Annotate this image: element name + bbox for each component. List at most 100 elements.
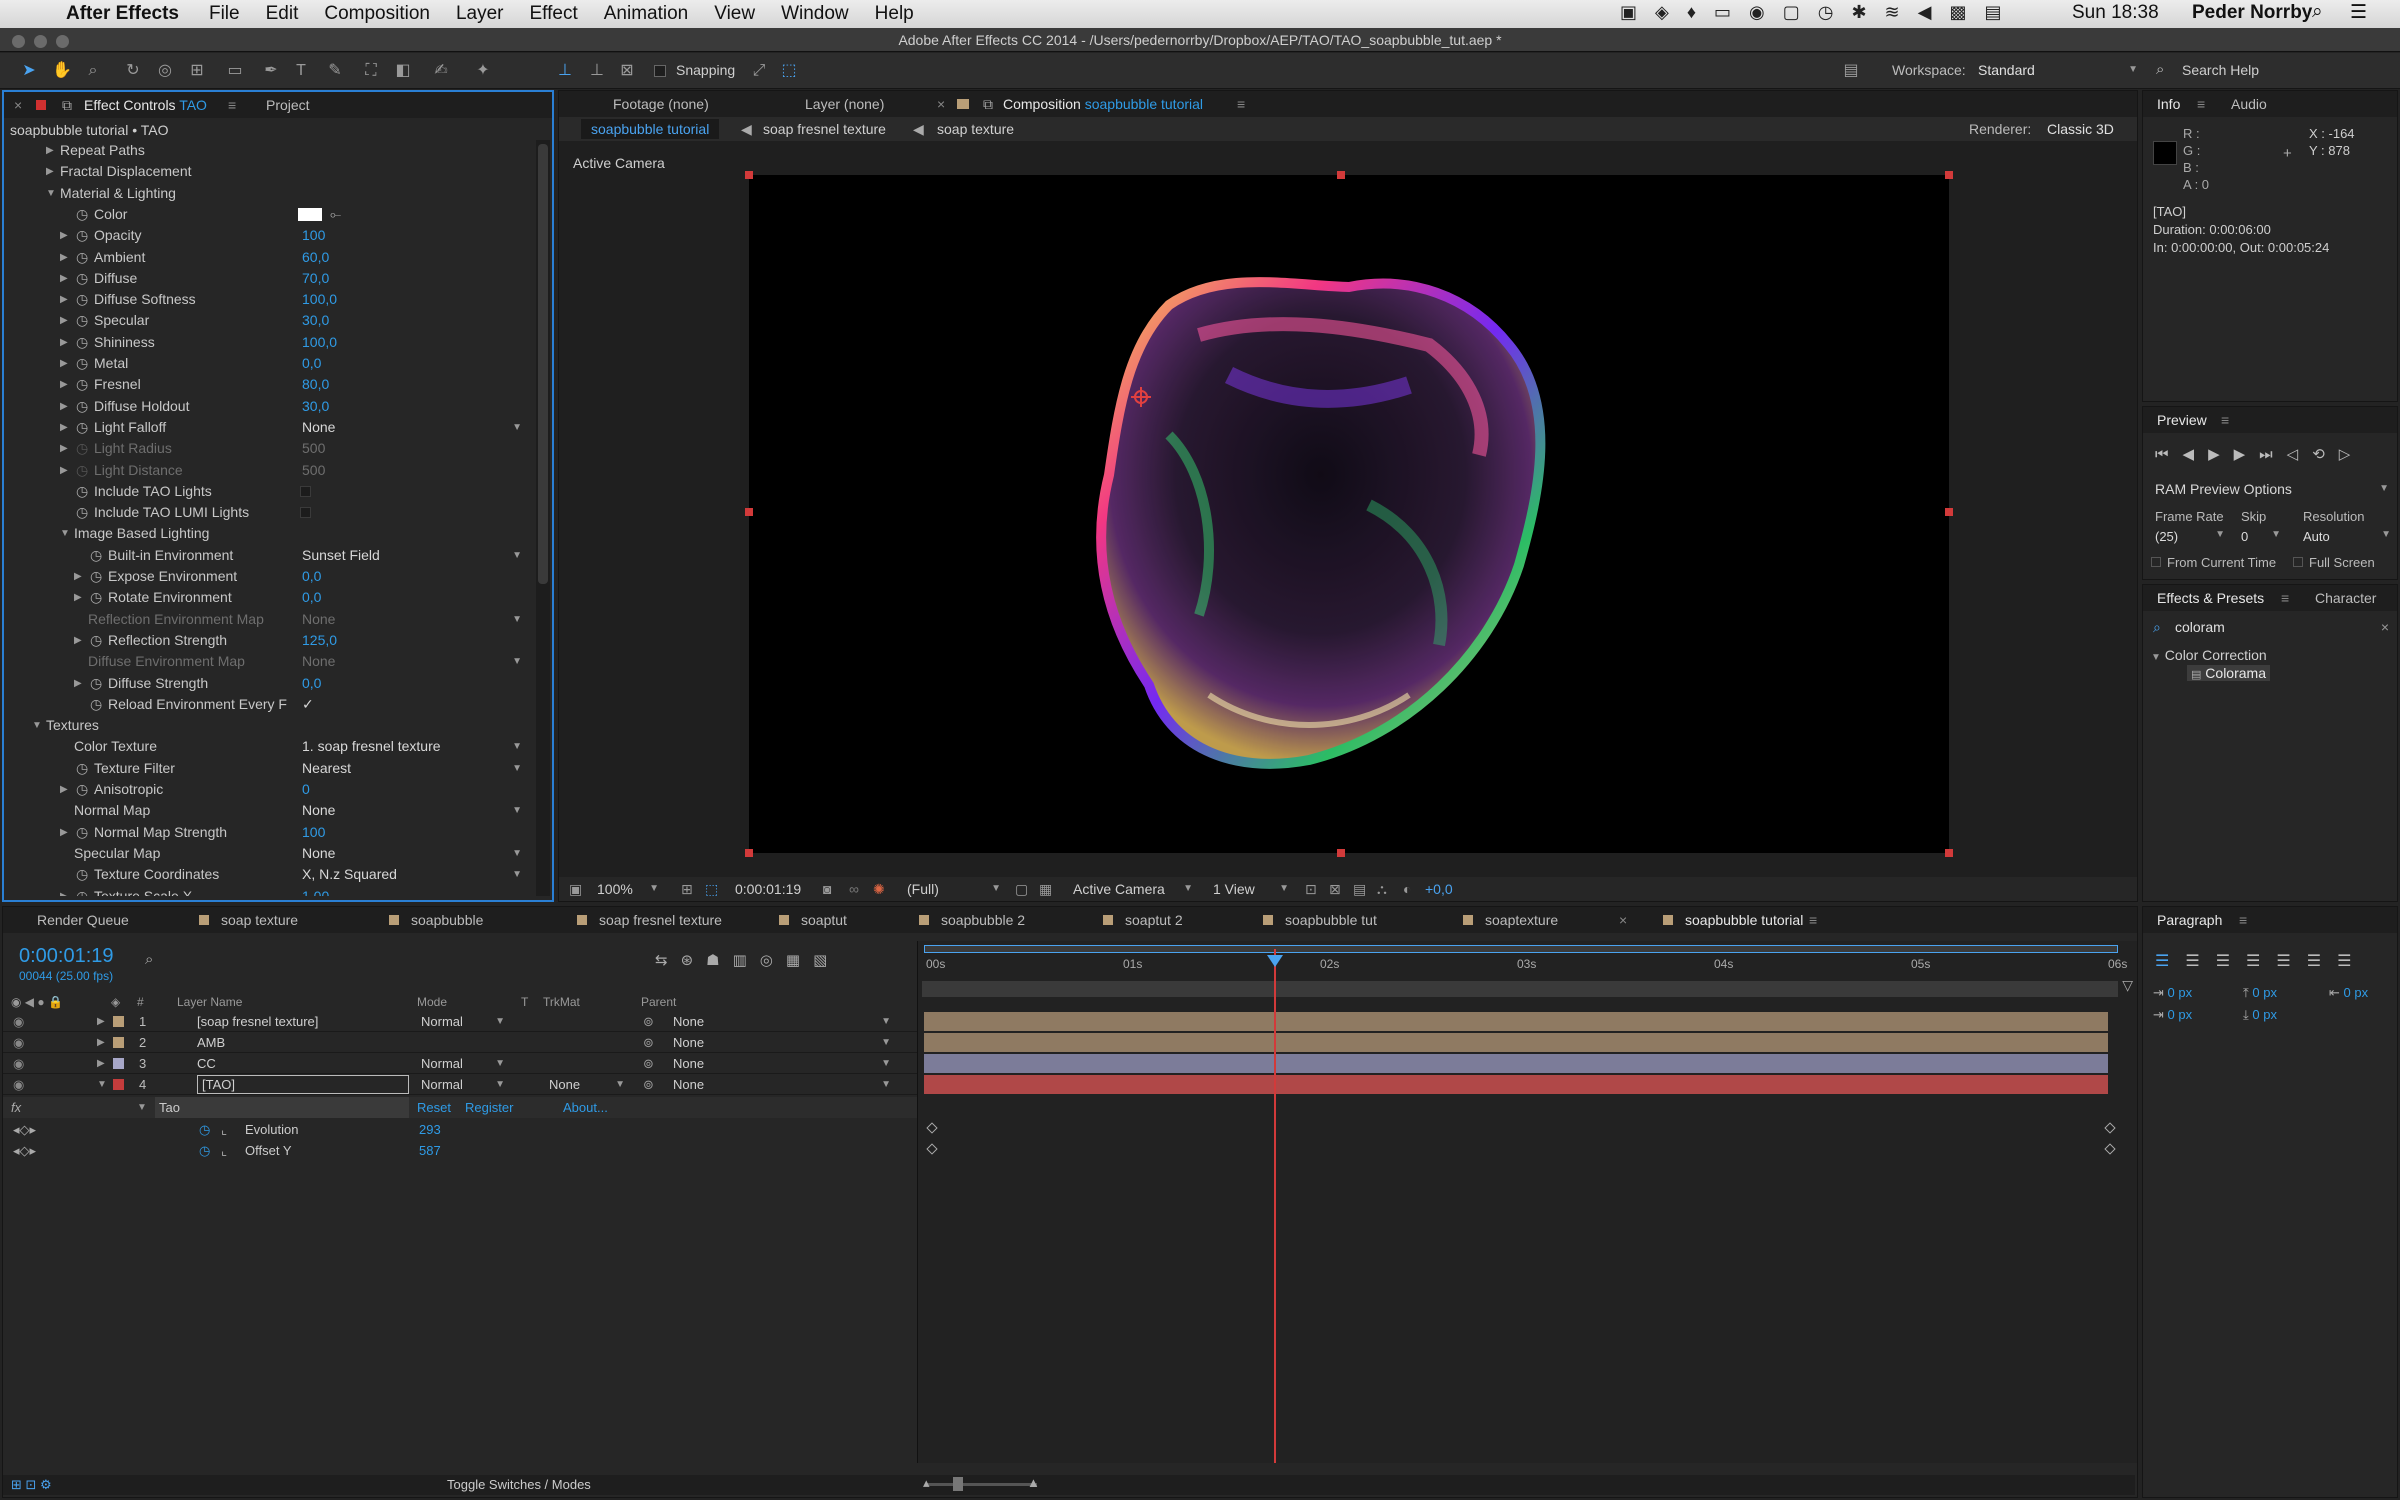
disclosure-triangle-icon[interactable]: ▶ [60,310,68,331]
exposure-value[interactable]: +0,0 [1425,877,1453,901]
layer-row[interactable]: ◉ ▶ 2 AMB ⊚ None ▼ [3,1032,917,1053]
minimize-window-button[interactable] [34,35,47,48]
visibility-icon[interactable]: ◉ [13,1011,24,1032]
effect-property-row[interactable]: ▶ ◷ Diffuse 70,0 [4,268,534,289]
menu-edit[interactable]: Edit [266,3,299,25]
color-swatch[interactable] [298,207,322,221]
property-value[interactable]: 60,0 [302,247,329,268]
property-value[interactable]: 500 [302,438,325,459]
hide-shy-icon[interactable]: ☗ [706,952,732,969]
effect-property-row[interactable]: Color Texture 1. soap fresnel texture ▼ [4,736,534,757]
indent-left-value[interactable]: 0 px [2168,985,2193,1000]
canvas-handle[interactable] [1945,508,1953,516]
parent-dropdown[interactable]: None ▼ [673,1074,891,1095]
close-window-button[interactable] [12,35,25,48]
evolution-value[interactable]: 293 [419,1119,441,1140]
ram-preview-icon[interactable]: ▷ [2339,446,2365,463]
effect-property-row[interactable]: ▶ ◷ Light Radius 500 [4,438,534,459]
layer-label-color[interactable] [113,1016,124,1027]
pixel-aspect-icon[interactable]: ⊡ [1305,877,1317,901]
renderer-value[interactable]: Classic 3D [2047,117,2114,141]
tab-effects-presets[interactable]: Effects & Presets [2157,585,2264,611]
property-value[interactable]: 30,0 [302,310,329,331]
effect-property-row[interactable]: ▶ ◷ Specular 30,0 [4,310,534,331]
stopwatch-icon[interactable]: ◷ [76,204,88,225]
disclosure-triangle-icon[interactable]: ▶ [60,438,68,459]
graph-editor-icon[interactable]: ▦ [786,952,813,969]
work-area-bar[interactable] [924,945,2118,953]
rotate-tool-icon[interactable]: ↻ [124,62,142,80]
stopwatch-icon[interactable]: ◷ [76,758,88,779]
stopwatch-icon[interactable]: ◷ [76,864,88,885]
canvas-handle[interactable] [1945,849,1953,857]
layer-row[interactable]: ◉ ▶ 3 CC Normal ▼ ⊚ None ▼ [3,1053,917,1074]
property-value[interactable]: 100 [302,225,325,246]
stopwatch-icon[interactable]: ◷ [90,673,102,694]
prev-frame-icon[interactable]: ◀ [2183,446,2209,463]
world-axis-icon[interactable]: ⊥ [588,62,606,80]
effect-item-colorama[interactable]: ▤ Colorama [2187,665,2270,681]
timeline-tab[interactable]: Render Queue [37,907,129,933]
property-value[interactable]: 0,0 [302,587,321,608]
region-of-interest-icon[interactable]: ▢ [1015,877,1028,901]
effect-property-row[interactable]: ▶ ◷ Rotate Environment 0,0 [4,587,534,608]
effect-property-row[interactable]: ▶ ◷ Light Falloff None ▼ [4,417,534,438]
property-value[interactable]: None ▼ [302,609,522,630]
effect-property-row[interactable]: ▶ ◷ Opacity 100 [4,225,534,246]
last-frame-icon[interactable]: ⏭ [2259,446,2287,463]
effect-property-row[interactable]: ◷ Color ⟜ [4,204,534,225]
pickwhip-icon[interactable]: ⊚ [643,1074,654,1095]
tab-composition[interactable]: Composition soapbubble tutorial [1003,91,1203,117]
reset-exposure-icon[interactable]: ◐ [1403,877,1411,901]
effect-controls-scrollbar[interactable] [536,140,550,896]
blend-mode-dropdown[interactable]: Normal ▼ [421,1053,505,1074]
blend-mode-dropdown[interactable]: Normal ▼ [421,1074,505,1095]
graph-icon[interactable]: ⌞ [221,1140,227,1161]
current-time-indicator[interactable] [1267,949,1283,1463]
timeline-tab[interactable]: soaptut [779,907,847,933]
effect-property-row[interactable]: ◷ Built-in Environment Sunset Field ▼ [4,545,534,566]
tab-info[interactable]: Info [2157,91,2180,117]
stopwatch-icon[interactable]: ◷ [76,417,88,438]
effect-property-row[interactable]: ◷ Reload Environment Every F ✓ [4,694,534,715]
space-before-value[interactable]: 0 px [2252,985,2277,1000]
effect-property-row[interactable]: ◷ Texture Filter Nearest ▼ [4,758,534,779]
property-value[interactable]: 0,0 [302,566,321,587]
blend-mode-dropdown[interactable]: Normal ▼ [421,1011,505,1032]
layer-name[interactable]: AMB [197,1032,225,1053]
disclosure-triangle-icon[interactable]: ▼ [46,183,56,204]
transparency-grid-icon[interactable]: ▦ [1039,877,1052,901]
eraser-tool-icon[interactable]: ◧ [394,62,412,80]
stopwatch-icon[interactable]: ◷ [76,310,88,331]
draft-3d-icon[interactable]: ⊛ [681,952,707,969]
property-value[interactable]: None ▼ [302,800,522,821]
stopwatch-icon[interactable]: ◷ [90,545,102,566]
keyframe-nav-icon[interactable]: ◂◇▸ [13,1140,36,1161]
justify-right-icon[interactable]: ☰ [2307,953,2337,970]
eyedropper-icon[interactable]: ⟜ [330,204,341,225]
snapping-checkbox[interactable] [654,65,666,77]
timeline-tab[interactable]: soaptexture [1463,907,1558,933]
effect-property-row[interactable]: ▶ ◷ Diffuse Strength 0,0 [4,673,534,694]
visibility-icon[interactable]: ◉ [13,1053,24,1074]
menu-view[interactable]: View [714,3,755,25]
effect-property-row[interactable]: ▼ Material & Lighting [4,183,534,204]
graph-icon[interactable]: ⌞ [221,1119,227,1140]
timeline-tab[interactable]: soap fresnel texture [577,907,722,933]
disclosure-triangle-icon[interactable]: ▶ [60,779,68,800]
frame-blending-icon[interactable]: ▥ [733,952,760,969]
timeline-tab[interactable]: soapbubble tutorial [1663,907,1803,933]
first-frame-icon[interactable]: ⏮ [2155,446,2183,463]
align-left-icon[interactable]: ☰ [2155,953,2185,970]
workspace-icon[interactable]: ▤ [1842,62,1860,80]
safe-zones-icon[interactable]: ⊞ [681,877,693,901]
from-current-time-checkbox[interactable] [2151,557,2161,567]
brush-tool-icon[interactable]: ✎ [326,62,344,80]
menu-animation[interactable]: Animation [604,3,689,25]
current-time-display[interactable]: 0:00:01:19 [735,877,801,901]
panel-menu-icon[interactable]: ≡ [228,92,236,118]
view-axis-icon[interactable]: ⊠ [618,62,636,80]
timeline-search-icon[interactable]: ⌕ [145,951,153,968]
property-value[interactable]: 125,0 [302,630,337,651]
disclosure-triangle-icon[interactable]: ▶ [46,161,54,182]
